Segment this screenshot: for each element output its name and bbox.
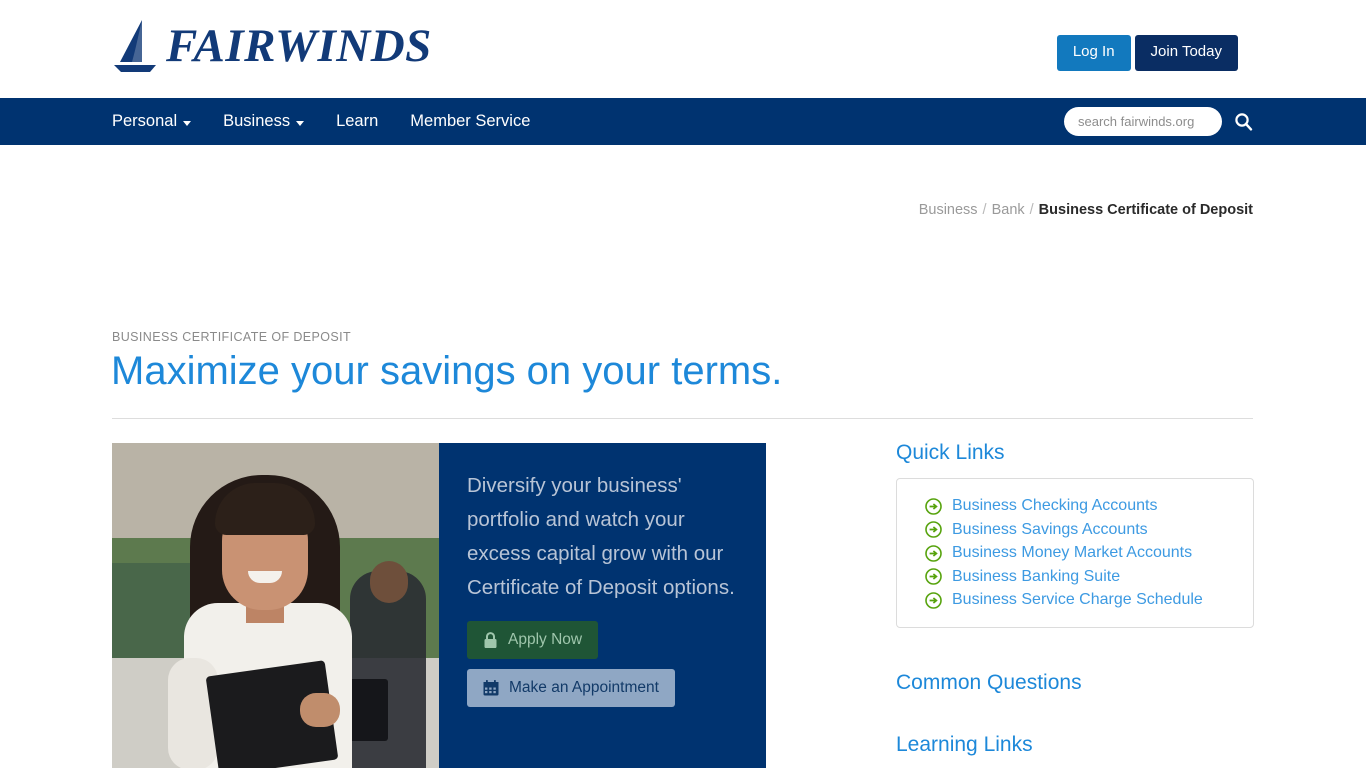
arrow-circle-right-icon xyxy=(925,521,942,538)
quick-link-item[interactable]: Business Checking Accounts xyxy=(925,497,1233,515)
sailboat-icon xyxy=(114,20,156,72)
common-questions-heading: Common Questions xyxy=(896,671,1082,694)
nav-item-personal[interactable]: Personal xyxy=(112,112,192,131)
search-input[interactable] xyxy=(1064,107,1222,136)
breadcrumb-separator: / xyxy=(982,202,987,218)
quick-link-label[interactable]: Business Banking Suite xyxy=(952,568,1120,586)
quick-link-item[interactable]: Business Savings Accounts xyxy=(925,521,1233,539)
quick-link-label[interactable]: Business Savings Accounts xyxy=(952,521,1148,539)
nav-label-business: Business xyxy=(223,112,291,130)
arrow-circle-right-icon xyxy=(925,497,942,515)
apply-now-label: Apply Now xyxy=(508,631,583,648)
learning-links-heading: Learning Links xyxy=(896,733,1033,756)
hero-panel: Diversify your business' portfolio and w… xyxy=(439,443,766,768)
calendar-icon xyxy=(483,680,499,696)
join-today-button[interactable]: Join Today xyxy=(1134,35,1238,71)
nav-item-learn[interactable]: Learn xyxy=(336,112,378,131)
quick-link-item[interactable]: Business Service Charge Schedule xyxy=(925,591,1233,609)
hero-cta-group: Apply Now Make an Appointment xyxy=(467,621,742,707)
quick-link-item[interactable]: Business Banking Suite xyxy=(925,568,1233,586)
arrow-circle-right-icon xyxy=(925,544,942,562)
breadcrumb-item-bank[interactable]: Bank xyxy=(992,202,1025,218)
hero-banner: Diversify your business' portfolio and w… xyxy=(112,443,766,768)
nav-items: Personal Business Learn Member Service xyxy=(112,98,530,145)
lock-icon xyxy=(484,631,497,648)
quick-link-label[interactable]: Business Service Charge Schedule xyxy=(952,591,1203,609)
nav-item-business[interactable]: Business xyxy=(223,112,305,131)
site-header: FAIRWINDS Log In Join Today xyxy=(0,0,1366,98)
nav-label-learn: Learn xyxy=(336,112,379,130)
sidebar: Quick Links Business Checking Accounts B… xyxy=(896,441,1254,768)
arrow-circle-right-icon xyxy=(925,568,942,585)
quick-link-item[interactable]: Business Money Market Accounts xyxy=(925,544,1233,562)
nav-label-member-service: Member Service xyxy=(410,112,531,130)
fairwinds-logo[interactable]: FAIRWINDS xyxy=(112,18,432,74)
quick-links-box: Business Checking Accounts Business Savi… xyxy=(896,478,1254,628)
chevron-down-icon xyxy=(296,120,305,126)
arrow-circle-right-icon xyxy=(925,591,942,609)
search-icon xyxy=(1234,113,1252,131)
breadcrumb-item-business[interactable]: Business xyxy=(919,202,978,218)
log-in-button[interactable]: Log In xyxy=(1056,35,1131,71)
quick-links-heading: Quick Links xyxy=(896,441,1005,464)
header-actions: Log In Join Today xyxy=(1056,35,1238,71)
make-appointment-button[interactable]: Make an Appointment xyxy=(467,669,675,707)
search-button[interactable] xyxy=(1232,111,1254,133)
logo-wordmark: FAIRWINDS xyxy=(166,19,432,72)
page-eyebrow: BUSINESS CERTIFICATE OF DEPOSIT xyxy=(112,330,352,344)
nav-label-personal: Personal xyxy=(112,112,178,130)
hero-headline: Diversify your business' portfolio and w… xyxy=(467,474,735,599)
quick-link-label[interactable]: Business Money Market Accounts xyxy=(952,544,1192,562)
breadcrumb-separator: / xyxy=(1029,202,1034,218)
title-divider xyxy=(112,418,1253,419)
breadcrumb: Business / Bank / Business Certificate of De… xyxy=(919,202,1253,218)
make-appointment-label: Make an Appointment xyxy=(509,679,659,696)
breadcrumb-current: Business Certificate of Deposit xyxy=(1038,202,1253,218)
hero-image xyxy=(112,443,439,768)
site-search xyxy=(1064,107,1254,136)
main-navigation: Personal Business Learn Member Service xyxy=(0,98,1366,145)
nav-item-member-service[interactable]: Member Service xyxy=(410,112,530,131)
chevron-down-icon xyxy=(183,120,192,126)
quick-link-label[interactable]: Business Checking Accounts xyxy=(952,497,1157,515)
apply-now-button[interactable]: Apply Now xyxy=(467,621,599,659)
page-title: Maximize your savings on your terms. xyxy=(111,349,783,393)
